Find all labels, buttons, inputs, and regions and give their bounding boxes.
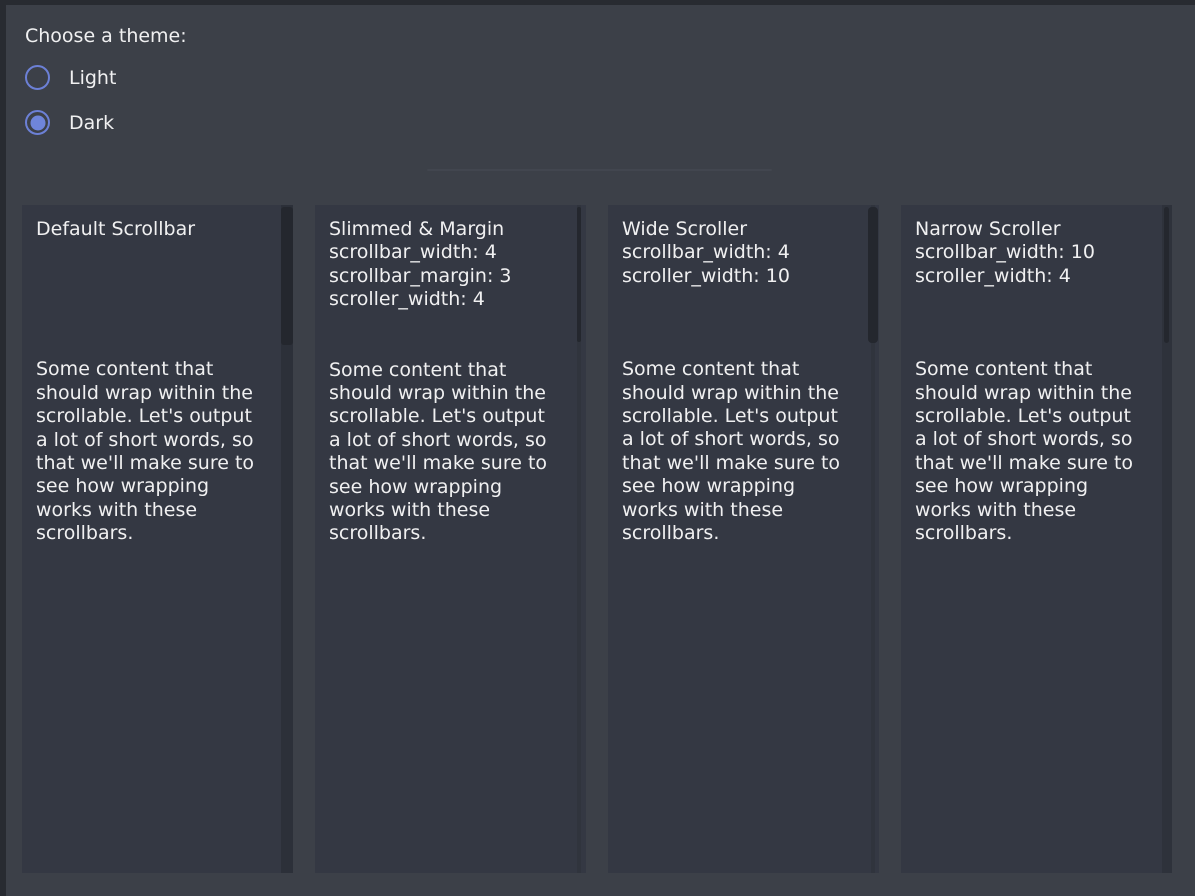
panel-wide-scroller[interactable]: Wide Scroller scrollbar_width: 4 scrolle… — [608, 205, 879, 873]
panel-config-line: scroller_width: 10 — [622, 265, 853, 288]
panel-title: Narrow Scroller — [915, 218, 1146, 241]
radio-label-light[interactable]: Light — [69, 67, 116, 89]
theme-chooser: Choose a theme: Light Dark — [25, 24, 187, 138]
panel-slimmed-margin[interactable]: Slimmed & Margin scrollbar_width: 4 scro… — [315, 205, 586, 873]
scrollbar-demo-columns: Default Scrollbar Some content that shou… — [22, 205, 1172, 873]
panel-content-text: Some content that should wrap within the… — [915, 358, 1148, 545]
panel-title: Default Scrollbar — [36, 218, 267, 241]
panel-config-line: scrollbar_width: 10 — [915, 241, 1146, 264]
scrollbar-thumb[interactable] — [868, 207, 878, 343]
panel-content-text: Some content that should wrap within the… — [622, 358, 855, 545]
panel-config-line: scrollbar_margin: 3 — [329, 265, 560, 288]
radio-icon-light[interactable] — [25, 65, 50, 90]
panel-content-text: Some content that should wrap within the… — [329, 359, 562, 546]
scrollbar-thumb[interactable] — [577, 207, 581, 342]
panel-title: Slimmed & Margin — [329, 218, 560, 241]
radio-option-dark[interactable]: Dark — [25, 107, 187, 138]
divider — [427, 169, 772, 171]
radio-option-light[interactable]: Light — [25, 62, 187, 93]
panel-config-line: scrollbar_width: 4 — [622, 241, 853, 264]
panel-narrow-scroller[interactable]: Narrow Scroller scrollbar_width: 10 scro… — [901, 205, 1172, 873]
radio-label-dark[interactable]: Dark — [69, 112, 114, 134]
scrollbar-thumb[interactable] — [1164, 207, 1169, 343]
panel-title: Wide Scroller — [622, 218, 853, 241]
panel-config-line: scroller_width: 4 — [915, 265, 1146, 288]
theme-chooser-label: Choose a theme: — [25, 24, 187, 48]
panel-config-line: scroller_width: 4 — [329, 288, 560, 311]
panel-config-line: scrollbar_width: 4 — [329, 241, 560, 264]
window-edge-top — [0, 0, 1195, 5]
scrollbar-thumb[interactable] — [281, 207, 293, 345]
panel-default-scrollbar[interactable]: Default Scrollbar Some content that shou… — [22, 205, 293, 873]
window-edge-left — [0, 0, 6, 896]
radio-icon-dark[interactable] — [25, 110, 50, 135]
panel-content-text: Some content that should wrap within the… — [36, 358, 269, 545]
